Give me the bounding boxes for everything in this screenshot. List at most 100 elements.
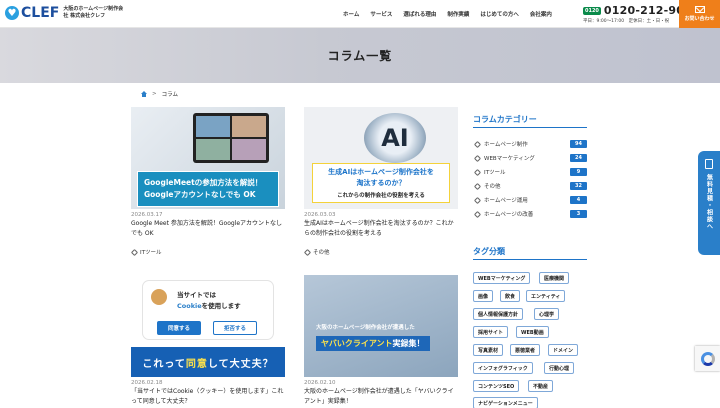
tag-pill[interactable]: WEBマーケティング: [473, 272, 531, 284]
tag-pill[interactable]: 悪徳業者: [510, 344, 541, 356]
article-title[interactable]: 大阪のホームページ制作会社が遭遇した「ヤバいクライアント」実録集！: [304, 387, 458, 407]
thumbnail-text-2: ヤバいクライアント実録集！: [316, 336, 430, 351]
tag-pill[interactable]: エンティティ: [526, 290, 566, 302]
strip-text-2: 同意: [185, 358, 208, 370]
nav-item-service[interactable]: サービス: [370, 10, 392, 18]
breadcrumb: > コラム: [141, 90, 178, 98]
laptop-image: [193, 113, 269, 163]
contact-label: お問い合わせ: [684, 16, 715, 22]
thumbnail-text-cookie: Cookie: [177, 302, 202, 310]
phone-contact[interactable]: 0120 0120-212-902 平日：9:00〜17:00 定休日：土・日・…: [583, 4, 692, 24]
article-card[interactable]: 大阪のホームページ制作会社が遭遇した ヤバいクライアント実録集！: [304, 275, 458, 377]
logo-subtitle: 大阪のホームページ制作会社 株式会社クレフ: [63, 6, 124, 19]
thumbnail-text-use: を使用します: [201, 302, 241, 310]
article-date: 2026.02.10: [304, 380, 336, 386]
agree-label: 同意する: [157, 321, 201, 335]
article-tag[interactable]: その他: [303, 248, 330, 256]
ai-lens-image: AI: [364, 113, 426, 163]
category-count: 24: [570, 154, 587, 162]
tag-pill[interactable]: コンテンツSEO: [473, 380, 520, 392]
thumbnail-text-1: GoogleMeetの参加方法を解説！: [144, 178, 263, 187]
nav-item-home[interactable]: ホーム: [343, 10, 359, 18]
main-nav: ホーム サービス 選ばれる理由 制作実績 はじめての方へ 会社案内: [343, 0, 563, 28]
tag-pill[interactable]: 画像: [473, 290, 494, 302]
article-title[interactable]: Google Meet 参加方法を解説！Googleアカウントなしでも OK: [131, 219, 285, 239]
tag-icon: [473, 168, 482, 176]
tag-pill[interactable]: WEB動画: [516, 326, 549, 338]
category-item[interactable]: ホームページ制作 94: [473, 138, 587, 150]
tag-pill[interactable]: インフォグラフィック: [473, 362, 533, 374]
recaptcha-badge[interactable]: [695, 346, 720, 371]
logo-mark-icon: ♥: [5, 6, 19, 20]
category-count: 4: [570, 196, 587, 204]
article-thumbnail[interactable]: AI 生成AIはホームページ制作会社を 淘汰するのか？ これからの制作会社の役割…: [304, 107, 458, 209]
mail-icon: [694, 6, 705, 13]
nav-item-first[interactable]: はじめての方へ: [480, 10, 519, 18]
tag-pill[interactable]: 医療機関: [539, 272, 570, 284]
thumbnail-banner: これって 同意 して大丈夫？: [131, 347, 285, 377]
free-dial-badge: 0120: [583, 6, 601, 15]
tag-pill[interactable]: 個人情報保護方針: [473, 308, 524, 320]
thumbnail-banner: 大阪のホームページ制作会社が遭遇した ヤバいクライアント実録集！: [310, 319, 452, 351]
tag-icon: [473, 182, 482, 190]
article-date: 2026.03.17: [131, 212, 163, 218]
article-title[interactable]: 生成AIはホームページ制作会社を淘汰するのか？これからの制作会社の役割を考える: [304, 219, 458, 239]
category-count: 32: [570, 182, 587, 190]
thumbnail-text-1: 大阪のホームページ制作会社が遭遇した: [316, 325, 415, 331]
tag-pill[interactable]: 写真素材: [473, 344, 504, 356]
category-item[interactable]: WEBマーケティング 24: [473, 152, 587, 164]
article-card[interactable]: 当サイトでは Cookieを使用します 同意する 拒否する これって 同意 して大丈…: [131, 275, 285, 377]
page-hero: コラム一覧: [0, 28, 720, 83]
contact-button[interactable]: お問い合わせ: [679, 0, 720, 28]
site-logo[interactable]: ♥ CLEF 大阪のホームページ制作会社 株式会社クレフ: [5, 5, 125, 21]
article-card[interactable]: GoogleMeetの参加方法を解説！ Googleアカウントなしでも OK: [131, 107, 285, 209]
clipboard-icon: [705, 159, 713, 169]
tag-pill[interactable]: 行動心理: [544, 362, 575, 374]
tag-pill[interactable]: 飲食: [500, 290, 521, 302]
article-thumbnail[interactable]: GoogleMeetの参加方法を解説！ Googleアカウントなしでも OK: [131, 107, 285, 209]
tag-pill[interactable]: 採用サイト: [473, 326, 509, 338]
category-item[interactable]: その他 32: [473, 180, 587, 192]
category-item[interactable]: ITツール 9: [473, 166, 587, 178]
tag-pill[interactable]: 心理学: [534, 308, 560, 320]
divider: [473, 259, 587, 260]
article-thumbnail[interactable]: 大阪のホームページ制作会社が遭遇した ヤバいクライアント実録集！: [304, 275, 458, 377]
category-label: その他: [484, 184, 501, 190]
article-tag-label: ITツール: [140, 250, 162, 256]
page-title: コラム一覧: [327, 49, 393, 63]
tag-pill[interactable]: ナビゲーションメニュー: [473, 397, 538, 408]
tag-icon: [473, 196, 482, 204]
article-tag[interactable]: ITツール: [130, 248, 162, 256]
tag-pill[interactable]: ドメイン: [548, 344, 579, 356]
nav-item-works[interactable]: 制作実績: [447, 10, 469, 18]
category-count: 3: [570, 210, 587, 218]
cookie-dialog-image: 当サイトでは Cookieを使用します 同意する 拒否する: [143, 281, 273, 339]
thumbnail-text-2: 淘汰するのか？: [356, 179, 406, 187]
divider: [473, 127, 587, 128]
logo-text: CLEF: [21, 5, 60, 21]
category-label: WEBマーケティング: [484, 156, 535, 162]
category-count: 9: [570, 168, 587, 176]
article-title[interactable]: 「当サイトではCookie（クッキー）を使用します」これって同意して大丈夫？: [131, 387, 285, 407]
thumbnail-text-1: 生成AIはホームページ制作会社を: [328, 168, 434, 176]
recaptcha-icon: [700, 351, 715, 366]
article-tag-label: その他: [313, 250, 330, 256]
category-heading: コラムカテゴリー: [473, 115, 537, 124]
thumbnail-banner: GoogleMeetの参加方法を解説！ Googleアカウントなしでも OK: [137, 171, 279, 207]
phone-hours: 平日：9:00〜17:00 定休日：土・日・祝: [583, 19, 670, 24]
free-estimate-tab[interactable]: 無料見積・相談へ: [698, 151, 720, 255]
thumbnail-text-tail: 実録集！: [392, 339, 425, 348]
cookie-icon: [151, 289, 167, 305]
category-item[interactable]: ホームページ運用 4: [473, 194, 587, 206]
nav-item-company[interactable]: 会社案内: [530, 10, 552, 18]
article-card[interactable]: AI 生成AIはホームページ制作会社を 淘汰するのか？ これからの制作会社の役割…: [304, 107, 458, 209]
home-icon[interactable]: [141, 91, 147, 97]
thumbnail-text-2: Googleアカウントなしでも OK: [144, 190, 256, 199]
article-date: 2026.03.03: [304, 212, 336, 218]
nav-item-reason[interactable]: 選ばれる理由: [403, 10, 436, 18]
tag-pill[interactable]: 不動産: [528, 380, 554, 392]
article-thumbnail[interactable]: 当サイトでは Cookieを使用します 同意する 拒否する これって 同意 して大丈…: [131, 275, 285, 377]
category-item[interactable]: ホームページの改善 3: [473, 208, 587, 220]
site-header: ♥ CLEF 大阪のホームページ制作会社 株式会社クレフ ホーム サービス 選ば…: [0, 0, 720, 28]
category-label: ITツール: [484, 170, 506, 176]
